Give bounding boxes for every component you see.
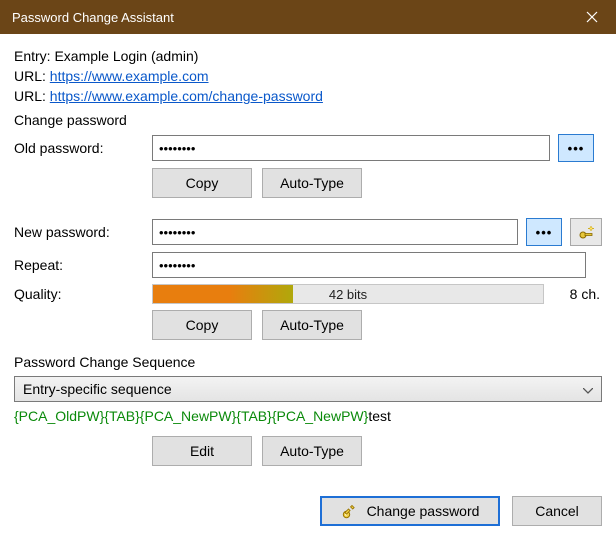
old-password-label: Old password: (14, 140, 144, 156)
close-icon (586, 11, 598, 23)
toggle-new-password-visibility-button[interactable]: ••• (526, 218, 562, 246)
toggle-old-password-visibility-button[interactable]: ••• (558, 134, 594, 162)
close-button[interactable] (568, 0, 616, 34)
change-password-label: Change password (14, 112, 602, 128)
url-prefix: URL: (14, 88, 50, 104)
sequence-text: {PCA_OldPW}{TAB}{PCA_NewPW}{TAB}{PCA_New… (14, 408, 602, 424)
autotype-old-password-button[interactable]: Auto-Type (262, 168, 362, 198)
generate-password-button[interactable] (570, 218, 602, 246)
change-password-button-label: Change password (367, 503, 480, 519)
quality-bar-text: 42 bits (153, 285, 543, 303)
url1-link[interactable]: https://www.example.com (50, 68, 209, 84)
dialog-footer: Change password Cancel (14, 496, 602, 526)
window-title: Password Change Assistant (12, 10, 568, 25)
entry-value: Example Login (admin) (54, 48, 198, 64)
url-prefix: URL: (14, 68, 50, 84)
entry-info: Entry: Example Login (admin) (14, 48, 602, 64)
key-sparkle-icon (577, 223, 595, 241)
repeat-label: Repeat: (14, 257, 144, 273)
sequence-actions: Edit Auto-Type (152, 436, 602, 466)
key-icon (341, 502, 359, 520)
sequence-literal: test (368, 408, 391, 424)
url2-link[interactable]: https://www.example.com/change-password (50, 88, 323, 104)
new-password-actions: Copy Auto-Type (152, 310, 602, 340)
old-password-input[interactable] (152, 135, 550, 161)
url1-line: URL: https://www.example.com (14, 68, 602, 84)
char-count: 8 ch. (552, 286, 602, 302)
sequence-dropdown[interactable]: Entry-specific sequence (14, 376, 602, 402)
chevron-down-icon (583, 381, 593, 397)
copy-new-password-button[interactable]: Copy (152, 310, 252, 340)
edit-sequence-button[interactable]: Edit (152, 436, 252, 466)
quality-label: Quality: (14, 286, 144, 302)
dots-icon: ••• (568, 141, 585, 156)
new-password-input[interactable] (152, 219, 518, 245)
sequence-placeholders: {PCA_OldPW}{TAB}{PCA_NewPW}{TAB}{PCA_New… (14, 408, 368, 424)
new-password-row: New password: ••• (14, 218, 602, 246)
titlebar: Password Change Assistant (0, 0, 616, 34)
autotype-new-password-button[interactable]: Auto-Type (262, 310, 362, 340)
repeat-row: Repeat: (14, 252, 602, 278)
quality-row: Quality: 42 bits 8 ch. (14, 284, 602, 304)
sequence-section-label: Password Change Sequence (14, 354, 602, 370)
old-password-actions: Copy Auto-Type (152, 168, 602, 198)
old-password-row: Old password: ••• (14, 134, 602, 162)
url2-line: URL: https://www.example.com/change-pass… (14, 88, 602, 104)
new-password-label: New password: (14, 224, 144, 240)
autotype-sequence-button[interactable]: Auto-Type (262, 436, 362, 466)
dots-icon: ••• (536, 225, 553, 240)
repeat-password-input[interactable] (152, 252, 586, 278)
client-area: Entry: Example Login (admin) URL: https:… (0, 34, 616, 540)
copy-old-password-button[interactable]: Copy (152, 168, 252, 198)
sequence-dropdown-selected: Entry-specific sequence (23, 381, 172, 397)
quality-bar: 42 bits (152, 284, 544, 304)
change-password-button[interactable]: Change password (320, 496, 500, 526)
cancel-button[interactable]: Cancel (512, 496, 602, 526)
entry-prefix: Entry: (14, 48, 54, 64)
